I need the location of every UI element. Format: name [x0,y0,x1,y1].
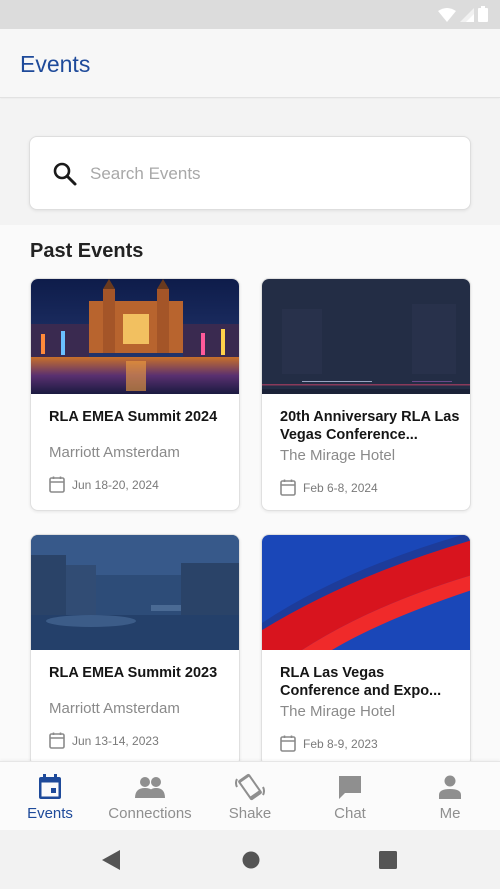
calendar-icon [49,732,65,749]
search-box[interactable] [29,136,471,210]
nav-label: Shake [228,805,272,822]
chat-bubble-icon [339,776,361,799]
event-card[interactable]: RLA Las Vegas Conference and Expo... The… [261,534,471,761]
event-title: RLA EMEA Summit 2024 [49,409,218,425]
nav-label: Connections [108,805,192,822]
recents-icon[interactable] [378,849,398,871]
event-date-text: Jun 18-20, 2024 [72,477,159,492]
calendar-icon [39,774,61,799]
event-card[interactable]: 20th Anniversary RLA Las Vegas Conferenc… [261,278,471,511]
nav-item-me[interactable]: Me [400,762,500,831]
event-card[interactable]: RLA EMEA Summit 2024 Marriott Amsterdam … [30,278,240,511]
system-nav-bar [0,830,500,889]
event-venue: The Mirage Hotel [280,703,396,720]
event-image [31,535,239,650]
event-venue: The Mirage Hotel [280,447,396,464]
event-date: Jun 18-20, 2024 [49,476,159,493]
event-date-text: Feb 6-8, 2024 [303,480,378,495]
events-list: Past Events RLA EMEA Summit 2024 Marriot… [0,225,500,761]
event-title: RLA Las Vegas Conference and Expo... [280,665,442,699]
search-input[interactable] [90,157,450,191]
event-image [31,279,239,394]
nav-item-connections[interactable]: Connections [100,762,200,831]
battery-icon [478,6,488,22]
app-bar: Events [0,29,500,98]
home-icon[interactable] [241,849,261,871]
event-card[interactable]: RLA EMEA Summit 2023 Marriott Amsterdam … [30,534,240,761]
nav-label: Chat [334,805,366,822]
event-venue: Marriott Amsterdam [49,444,180,461]
event-venue: Marriott Amsterdam [49,700,180,717]
event-date: Jun 13-14, 2023 [49,732,159,749]
signal-icon [460,8,474,22]
status-icons [438,6,488,22]
event-date: Feb 6-8, 2024 [280,479,378,496]
wifi-icon [438,8,456,22]
nav-item-chat[interactable]: Chat [300,762,400,831]
section-title: Past Events [30,240,144,262]
nav-label: Events [27,805,73,822]
search-icon [53,162,77,186]
calendar-icon [49,476,65,493]
calendar-icon [280,479,296,496]
event-image [262,535,470,650]
event-title: RLA EMEA Summit 2023 [49,665,218,681]
calendar-icon [280,735,296,752]
event-image [262,279,470,394]
back-icon[interactable] [101,849,121,871]
status-bar [0,0,500,29]
search-section [0,99,500,225]
nav-item-events[interactable]: Events [0,762,100,831]
event-date-text: Jun 13-14, 2023 [72,733,159,748]
nav-item-shake[interactable]: Shake [200,762,300,831]
shake-phone-icon [235,773,265,801]
event-title: 20th Anniversary RLA Las Vegas Conferenc… [280,409,460,443]
page-title: Events [20,51,91,77]
bottom-nav: Events Connections Shake Chat Me [0,761,500,830]
nav-label: Me [439,805,461,822]
event-date: Feb 8-9, 2023 [280,735,378,752]
event-date-text: Feb 8-9, 2023 [303,736,378,751]
people-icon [135,777,165,798]
person-icon [439,775,461,799]
